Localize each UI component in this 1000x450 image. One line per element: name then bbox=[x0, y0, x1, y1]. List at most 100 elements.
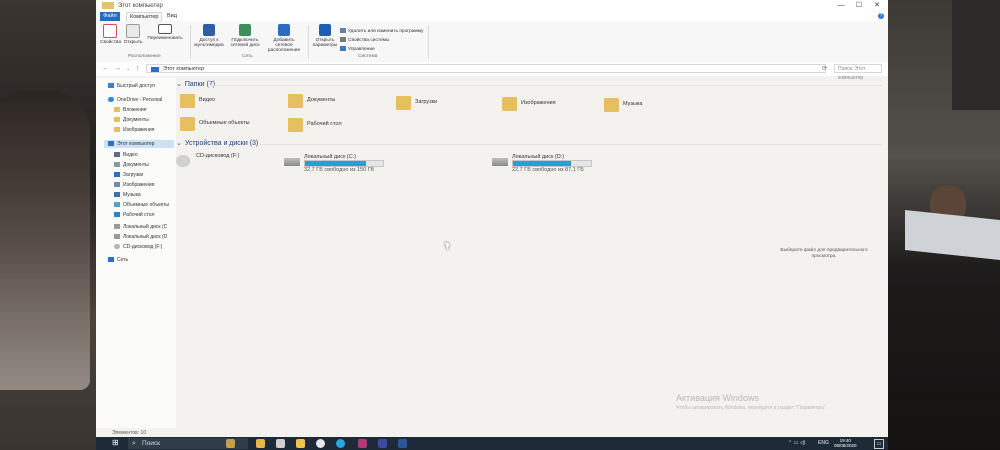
language-indicator[interactable]: ENG bbox=[818, 440, 829, 446]
sidebar-item-3d-objects[interactable]: Объемные объекты bbox=[114, 201, 169, 209]
tray-icons[interactable]: ⌃ ▭ ◁) bbox=[788, 440, 805, 446]
taskbar-app-explorer[interactable] bbox=[256, 439, 265, 448]
folder-desktop[interactable]: Рабочий стол bbox=[288, 118, 378, 138]
notification-center-icon[interactable]: ▭ bbox=[874, 439, 884, 449]
taskbar-app-word[interactable] bbox=[398, 439, 407, 448]
taskbar-app-generic[interactable] bbox=[358, 439, 367, 448]
network-location-button[interactable]: Добавить сетевое расположение bbox=[266, 24, 302, 53]
taskbar-app-mail[interactable] bbox=[276, 439, 285, 448]
recent-dropdown-icon[interactable]: ⌄ bbox=[126, 66, 130, 72]
sidebar-item-video[interactable]: Видео bbox=[114, 151, 138, 159]
minimize-button[interactable]: — bbox=[834, 0, 848, 12]
folder-video[interactable]: Видео bbox=[180, 94, 270, 114]
cd-drive-icon bbox=[176, 155, 190, 167]
sidebar-item-onedrive-pictures[interactable]: Изображения bbox=[114, 126, 154, 134]
taskbar-clock[interactable]: 19:40 08/08/2020 bbox=[834, 438, 857, 449]
navigation-pane: Быстрый доступ OneDrive - Personal Вложе… bbox=[96, 78, 176, 428]
cortana-icon[interactable] bbox=[226, 439, 235, 448]
drive-usage-bar bbox=[512, 160, 592, 167]
sidebar-item-drive-c[interactable]: Локальный диск (C bbox=[114, 223, 167, 231]
media-access-button[interactable]: Доступ к мультимедиа bbox=[194, 24, 224, 48]
music-folder-icon bbox=[604, 98, 619, 112]
search-input[interactable]: Поиск: Этот компьютер bbox=[834, 64, 882, 81]
sidebar-item-network[interactable]: Сеть bbox=[108, 256, 128, 264]
map-drive-button[interactable]: Подключить сетевой диск bbox=[228, 24, 262, 48]
properties-button[interactable]: Свойства bbox=[100, 24, 122, 45]
sidebar-item-label: Локальный диск (C bbox=[123, 224, 168, 230]
open-settings-button[interactable]: Открыть параметры bbox=[312, 24, 338, 48]
folder-label: Изображения bbox=[521, 100, 556, 106]
group-system: Система bbox=[358, 54, 378, 59]
quick-access-toolbar[interactable] bbox=[102, 2, 114, 9]
folder-music[interactable]: Музыка bbox=[604, 98, 694, 118]
window-title: Этот компьютер bbox=[118, 3, 163, 9]
sidebar-item-label: CD-дисковод (F:) bbox=[123, 244, 163, 250]
drive-cd[interactable]: CD-дисковод (F:) bbox=[176, 153, 276, 175]
system-properties-label: Свойства системы bbox=[348, 37, 390, 43]
manage-label: Управление bbox=[348, 46, 375, 52]
taskbar-app-folder[interactable] bbox=[296, 439, 305, 448]
mouse-cursor-icon bbox=[444, 240, 452, 251]
sidebar-item-documents[interactable]: Документы bbox=[114, 161, 149, 169]
maximize-button[interactable]: ☐ bbox=[852, 0, 866, 12]
rename-icon bbox=[158, 24, 172, 34]
folder-label: Рабочий стол bbox=[307, 121, 342, 127]
sidebar-item-onedrive-documents[interactable]: Документы bbox=[114, 116, 149, 124]
computer-icon bbox=[108, 141, 114, 147]
open-button[interactable]: Открыть bbox=[123, 24, 143, 45]
sidebar-item-cd-drive[interactable]: CD-дисковод (F:) bbox=[114, 243, 162, 251]
folders-section-header[interactable]: Папки (7) bbox=[176, 80, 215, 88]
sidebar-item-pictures[interactable]: Изображения bbox=[114, 181, 154, 189]
sidebar-item-attachments[interactable]: Вложения bbox=[114, 106, 146, 114]
sidebar-item-this-pc[interactable]: Этот компьютер bbox=[104, 140, 174, 148]
sidebar-item-downloads[interactable]: Загрузки bbox=[114, 171, 143, 179]
folder-pictures[interactable]: Изображения bbox=[502, 97, 592, 117]
open-label: Открыть bbox=[123, 40, 143, 45]
close-button[interactable]: ✕ bbox=[870, 0, 884, 12]
folder-documents[interactable]: Документы bbox=[288, 94, 378, 114]
clock-date: 08/08/2020 bbox=[834, 443, 857, 449]
windows-start-icon[interactable]: ⊞ bbox=[112, 439, 120, 447]
sidebar-item-label: Изображения bbox=[123, 127, 155, 133]
cd-icon bbox=[114, 244, 120, 250]
back-button[interactable]: ← bbox=[102, 65, 109, 72]
star-icon bbox=[108, 83, 114, 89]
tab-file[interactable]: Файл bbox=[100, 12, 120, 21]
properties-label: Свойства bbox=[100, 40, 122, 45]
sidebar-item-desktop[interactable]: Рабочий стол bbox=[114, 211, 154, 219]
sidebar-item-label: Загрузки bbox=[123, 172, 144, 178]
sidebar-item-onedrive[interactable]: OneDrive - Personal bbox=[108, 96, 162, 104]
drives-section-header[interactable]: Устройства и диски (3) bbox=[176, 139, 258, 147]
open-settings-label: Открыть параметры bbox=[312, 38, 338, 49]
tab-view[interactable]: Вид bbox=[164, 12, 180, 21]
manage-button[interactable]: Управление bbox=[340, 46, 375, 52]
up-button[interactable]: ↑ bbox=[136, 65, 140, 72]
3d-objects-icon bbox=[114, 202, 120, 208]
pictures-icon bbox=[114, 182, 120, 188]
drive-usage-fill bbox=[305, 161, 366, 166]
taskbar-app-telegram[interactable] bbox=[336, 439, 345, 448]
drive-c[interactable]: Локальный диск (C:) 32,7 ГБ свободно из … bbox=[284, 154, 394, 176]
taskbar-app-chrome[interactable] bbox=[316, 439, 325, 448]
media-access-icon bbox=[203, 24, 215, 36]
uninstall-program-button[interactable]: Удалить или изменить программу bbox=[340, 28, 423, 34]
address-field[interactable]: Этот компьютер bbox=[146, 64, 826, 73]
folder-3d-objects[interactable]: Объемные объекты bbox=[180, 117, 290, 137]
taskbar-app-calculator[interactable] bbox=[378, 439, 387, 448]
drive-icon bbox=[114, 224, 120, 230]
sidebar-item-label: Документы bbox=[123, 117, 149, 123]
sidebar-item-music[interactable]: Музыка bbox=[114, 191, 141, 199]
network-icon bbox=[108, 257, 114, 263]
system-properties-button[interactable]: Свойства системы bbox=[340, 37, 389, 43]
sidebar-item-drive-d[interactable]: Локальный диск (D bbox=[114, 233, 167, 241]
sidebar-item-quick-access[interactable]: Быстрый доступ bbox=[108, 82, 155, 90]
preview-pane-text: Выберите файл для предварительного просм… bbox=[780, 248, 868, 260]
music-icon bbox=[114, 192, 120, 198]
forward-button[interactable]: → bbox=[114, 65, 121, 72]
folder-downloads[interactable]: Загрузки bbox=[396, 96, 486, 116]
rename-button[interactable]: Переименовать bbox=[146, 24, 184, 41]
refresh-icon[interactable]: ⟳ bbox=[822, 65, 827, 72]
drive-d[interactable]: Локальный диск (D:) 22,7 ГБ свободно из … bbox=[492, 154, 602, 176]
sidebar-item-label: OneDrive - Personal bbox=[117, 97, 163, 103]
help-icon[interactable]: ? bbox=[878, 13, 884, 19]
